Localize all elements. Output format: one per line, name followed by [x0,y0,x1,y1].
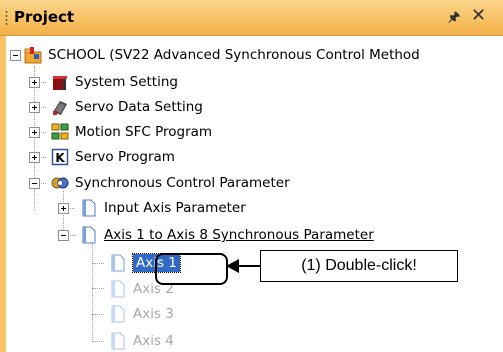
tree-item-label: Axis 1 to Axis 8 Synchronous Parameter [104,227,374,243]
tree-item-servo-program[interactable]: K Servo Program [51,146,175,168]
tree-item-axis-sync-parameter[interactable]: Axis 1 to Axis 8 Synchronous Parameter [80,224,374,246]
tree-item-label: System Setting [75,74,178,90]
collapse-axis-sync-toggle[interactable] [58,230,69,241]
document-icon [109,254,127,272]
tree-guide [92,243,93,342]
tree-item-label: Axis 4 [133,333,174,349]
pin-icon[interactable]: 🖈︎ [448,8,460,30]
tree-item-label: Servo Data Setting [75,99,203,115]
tree-guide [92,341,104,342]
expand-servo-data-toggle[interactable] [29,102,40,113]
close-icon[interactable]: ✕ [471,5,486,26]
collapse-sync-control-toggle[interactable] [29,178,40,189]
tree-guide [92,263,104,264]
project-panel: Project 🖈︎ ✕ SCHOOL (SV22 Advanced Synch… [0,0,503,352]
tree-item-label: Input Axis Parameter [104,200,246,216]
motion-sfc-icon [51,123,69,141]
tree-item-label: Motion SFC Program [75,124,213,140]
document-icon [109,305,127,323]
callout-text: (1) Double-click! [301,257,417,274]
panel-title: Project [14,8,75,26]
tree-item-axis-3[interactable]: Axis 3 [109,303,174,325]
callout-box: (1) Double-click! [260,250,458,282]
tree-item-synchronous-control-parameter[interactable]: Synchronous Control Parameter [51,172,290,194]
panel-titlebar[interactable]: Project 🖈︎ ✕ [0,0,503,36]
tree-item-input-axis-parameter[interactable]: Input Axis Parameter [80,197,246,219]
expand-motion-sfc-toggle[interactable] [29,127,40,138]
expand-servo-program-toggle[interactable] [29,152,40,163]
expand-system-setting-toggle[interactable] [29,77,40,88]
tree-guide [92,314,104,315]
tree-item-label: Axis 3 [133,306,174,322]
document-icon [109,280,127,298]
highlight-frame [155,253,228,285]
svg-text:K: K [55,151,65,165]
tree-item-label: Servo Program [75,149,175,165]
servo-data-icon [51,98,69,116]
tree-item-label: Synchronous Control Parameter [75,175,290,191]
tree-guide [92,288,104,289]
document-icon [80,199,98,217]
system-setting-icon [51,73,69,91]
tree-root-school[interactable]: SCHOOL (SV22 Advanced Synchronous Contro… [24,44,420,66]
sync-control-icon [51,174,69,192]
tree-root-label: SCHOOL (SV22 Advanced Synchronous Contro… [48,47,420,63]
servo-program-icon: K [51,148,69,166]
grip-icon[interactable] [5,10,8,26]
expand-input-axis-toggle[interactable] [58,203,69,214]
document-icon [80,226,98,244]
document-icon [109,332,127,350]
callout-arrow-line [238,265,260,267]
tree-item-system-setting[interactable]: System Setting [51,71,178,93]
collapse-root-toggle[interactable] [10,50,21,61]
tree-item-motion-sfc-program[interactable]: Motion SFC Program [51,121,212,143]
project-folder-icon [24,46,42,64]
tree-item-servo-data-setting[interactable]: Servo Data Setting [51,96,203,118]
project-tree: SCHOOL (SV22 Advanced Synchronous Contro… [6,36,503,352]
tree-item-axis-4[interactable]: Axis 4 [109,330,174,352]
